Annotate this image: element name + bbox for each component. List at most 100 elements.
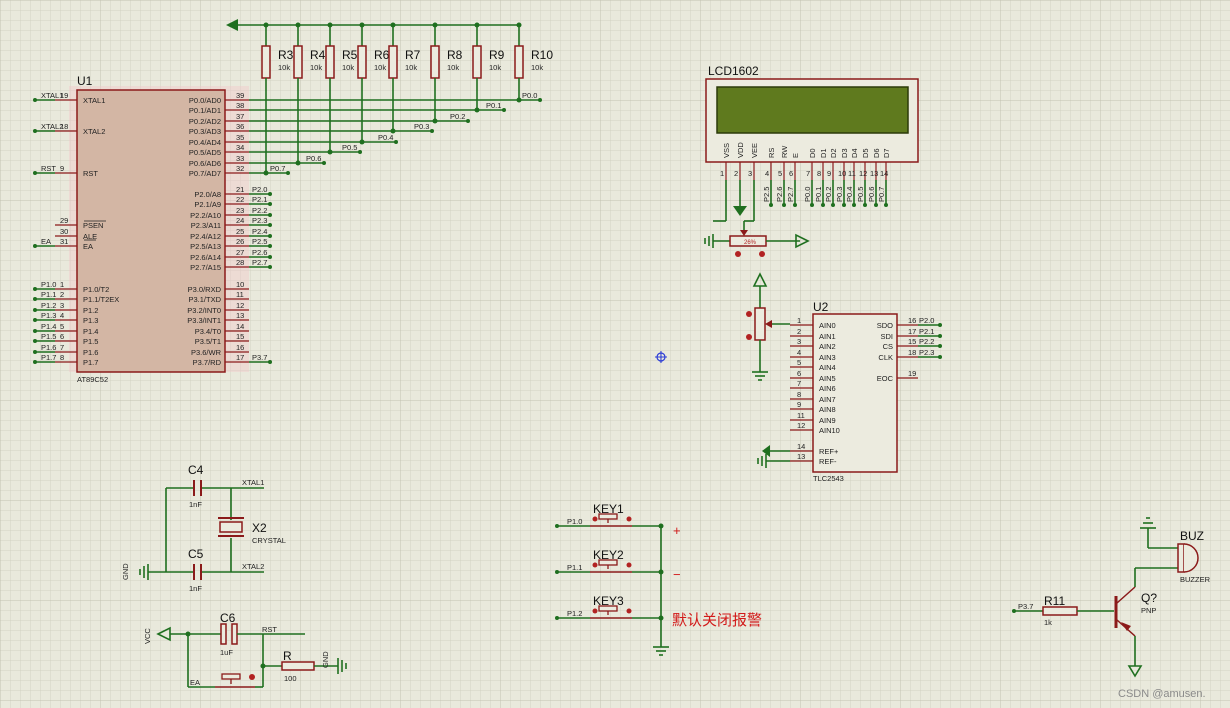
u1-pin-name: P1.5 [83, 337, 98, 346]
u1-pin-name: P1.3 [83, 316, 98, 325]
u1-net-terminal [33, 244, 37, 248]
lcd-pin-number: 13 [870, 169, 878, 178]
u2-pin-name: CS [883, 342, 893, 351]
u1-pin-number: 3 [60, 301, 64, 310]
lcd-net-label: P2.5 [762, 187, 771, 202]
q-ref: Q? [1141, 591, 1157, 605]
u1-net-terminal [286, 171, 290, 175]
u1-net-label: P2.2 [252, 206, 267, 215]
alarm-default-note: 默认关闭报警 [672, 612, 762, 629]
pullup-value: 10k [447, 63, 459, 72]
u1-pin-name: P1.4 [83, 327, 98, 336]
u1-pin-name: P0.0/AD0 [189, 96, 221, 105]
pullup-rail-junction [327, 22, 333, 28]
buzzer-ref: BUZ [1180, 529, 1204, 543]
lcd-net-terminal [831, 203, 835, 207]
u1-pin-name: P0.1/AD1 [189, 106, 221, 115]
u1-net-label: P2.0 [252, 185, 267, 194]
u1-net-label: P2.6 [252, 248, 267, 257]
u1-pin-name: P3.5/T1 [195, 337, 221, 346]
u1-pin-name: P0.2/AD2 [189, 117, 221, 126]
lcd-net-terminal [852, 203, 856, 207]
u1-pin-number: 4 [60, 311, 64, 320]
u1-pin-name: P1.2 [83, 306, 98, 315]
reset-gnd-label: GND [321, 651, 330, 668]
u1-net-terminal [394, 140, 398, 144]
u1-pin-number: 35 [236, 133, 244, 142]
pullup-rail-junction [263, 22, 269, 28]
u1-net-label: P0.6 [306, 154, 321, 163]
lcd-net-terminal [863, 203, 867, 207]
x2-body [219, 521, 243, 533]
u1-net-terminal [33, 98, 37, 102]
u1-pin-name: P2.0/A8 [194, 190, 221, 199]
u2-pin-name: AIN9 [819, 416, 836, 425]
u1-pin-number: 14 [236, 322, 244, 331]
u2-pin-name: SDI [880, 332, 893, 341]
pullup-ref: R6 [374, 48, 390, 62]
lcd-pin-name: D7 [882, 148, 891, 158]
mcu-u1-ref: U1 [77, 74, 93, 88]
lcd-net-label: P0.5 [856, 187, 865, 202]
lcd-pin-number: 3 [748, 169, 752, 178]
lcd-pin-number: 10 [838, 169, 846, 178]
u1-net-terminal [268, 192, 272, 196]
lcd-pin-number: 11 [848, 169, 856, 178]
key-button-cap [598, 605, 618, 612]
u1-net-terminal [33, 287, 37, 291]
pullup-rail-junction [432, 22, 438, 28]
pot-dot-a [735, 251, 741, 257]
u2-pin-name: AIN4 [819, 363, 836, 372]
u1-net-terminal [33, 329, 37, 333]
lcd-net-terminal [821, 203, 825, 207]
u1-net-label: XTAL1 [41, 91, 63, 100]
u1-net-terminal [33, 297, 37, 301]
lcd-pin-number: 2 [734, 169, 738, 178]
c6-plate-b [231, 623, 238, 645]
mcu-u1-part: AT89C52 [77, 375, 108, 384]
u1-net-terminal [33, 339, 37, 343]
u2-pin-number: 8 [797, 390, 801, 399]
lcd-net-terminal [793, 203, 797, 207]
u1-pin-number: 32 [236, 164, 244, 173]
u2-pin-number: 1 [797, 316, 801, 325]
lcd-net-label: P0.4 [845, 187, 854, 202]
u2-pin-number: 5 [797, 358, 801, 367]
adc-u2-ref: U2 [813, 300, 829, 314]
u1-pin-name: P3.0/RXD [188, 285, 222, 294]
lcd-net-terminal [842, 203, 846, 207]
r-ref: R [283, 649, 292, 663]
adc-pot-dot-a [746, 311, 752, 317]
u2-net-label: P2.1 [919, 327, 934, 336]
u1-pin-name: XTAL2 [83, 127, 105, 136]
pullup-value: 10k [310, 63, 322, 72]
lcd-net-label: P0.1 [814, 187, 823, 202]
c6-ref: C6 [220, 611, 236, 625]
u1-net-label: P2.4 [252, 227, 267, 236]
u1-net-terminal [268, 234, 272, 238]
u1-net-label: P0.7 [270, 164, 285, 173]
u2-pin-name: EOC [877, 374, 894, 383]
u1-net-label: P2.1 [252, 195, 267, 204]
u2-net-label: P2.3 [919, 348, 934, 357]
key-plus-label: + [673, 523, 681, 538]
u2-pin-number: 6 [797, 369, 801, 378]
u2-pin-name: AIN6 [819, 384, 836, 393]
u1-pin-number: 38 [236, 101, 244, 110]
u1-pin-number: 31 [60, 237, 68, 246]
lcd-pin-name: D5 [861, 148, 870, 158]
u1-net-terminal [268, 255, 272, 259]
u2-pin-name: AIN3 [819, 353, 836, 362]
schematic-canvas[interactable]: U1 AT89C52 19XTAL1XTAL118XTAL2XTAL29RSTR… [0, 0, 1230, 708]
u1-pin-name: P1.7 [83, 358, 98, 367]
pullup-resistor-body [430, 45, 440, 79]
u1-net-terminal [358, 150, 362, 154]
pullup-junction [327, 149, 333, 155]
lcd-net-label: P2.6 [775, 187, 784, 202]
lcd-pin-number: 9 [827, 169, 831, 178]
u1-net-label: P0.3 [414, 122, 429, 131]
u2-pin-number: 4 [797, 348, 801, 357]
key-dot-left [592, 516, 598, 522]
u2-pin-number: 17 [908, 327, 916, 336]
u1-net-terminal [33, 308, 37, 312]
